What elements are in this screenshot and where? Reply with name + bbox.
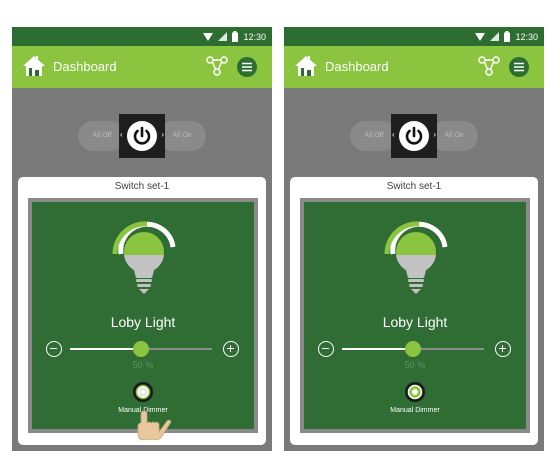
increase-button[interactable]	[223, 341, 239, 357]
slider-thumb[interactable]	[405, 341, 421, 357]
device-panel: Loby Light 50 % Manual Dimmer	[300, 198, 530, 433]
chevron-right-icon: ›	[433, 130, 436, 139]
app-bar: Dashboard	[284, 46, 544, 88]
chevron-left-icon: ‹	[392, 130, 395, 139]
master-control-area: All Off All On ‹ ›	[12, 88, 272, 175]
battery-icon	[232, 31, 239, 42]
phone-screen-1: 12:30 Dashboard All Off All On ‹ › Switc…	[12, 27, 272, 451]
device-name: Loby Light	[382, 314, 448, 330]
light-bulb-icon	[112, 221, 176, 294]
slider-fill	[342, 348, 413, 350]
increase-button[interactable]	[495, 341, 511, 357]
status-time: 12:30	[515, 31, 538, 42]
switch-card: Switch set-1 Loby Light 50 % Manual Dimm…	[290, 177, 538, 445]
power-icon	[133, 126, 151, 145]
status-bar: 12:30	[12, 27, 272, 46]
dimmer-knob-icon	[407, 384, 423, 400]
chevron-right-icon: ›	[161, 130, 164, 139]
master-control-area: All Off All On ‹ ›	[284, 88, 544, 175]
chevron-left-icon: ‹	[120, 130, 123, 139]
all-on-button[interactable]: All On	[158, 121, 206, 151]
dimmer-knob-icon	[135, 384, 151, 400]
signal-icon	[490, 32, 500, 41]
slider-thumb[interactable]	[133, 341, 149, 357]
menu-icon[interactable]	[508, 56, 530, 78]
network-icon[interactable]	[478, 55, 500, 77]
decrease-button[interactable]	[46, 341, 62, 357]
manual-dimmer-button[interactable]	[133, 382, 153, 402]
card-title: Switch set-1	[386, 181, 442, 192]
app-title: Dashboard	[53, 59, 117, 74]
battery-icon	[504, 31, 511, 42]
dimmer-mode-label: Manual Dimmer	[390, 407, 440, 414]
all-on-button[interactable]: All On	[430, 121, 478, 151]
dimmer-slider[interactable]	[342, 341, 484, 357]
app-logo-icon	[23, 56, 45, 76]
card-title: Switch set-1	[114, 181, 170, 192]
status-bar: 12:30	[284, 27, 544, 46]
app-title: Dashboard	[325, 59, 389, 74]
app-bar: Dashboard	[12, 46, 272, 88]
menu-icon[interactable]	[236, 56, 258, 78]
dimmer-percent: 50 %	[132, 360, 154, 370]
device-name: Loby Light	[110, 314, 176, 330]
wifi-icon	[203, 33, 214, 41]
power-icon	[405, 126, 423, 145]
power-button[interactable]: ‹ ›	[119, 114, 165, 158]
dimmer-slider[interactable]	[70, 341, 212, 357]
light-bulb-icon	[384, 221, 448, 294]
device-panel: Loby Light 50 % Manual Dimmer	[28, 198, 258, 440]
app-logo-icon	[295, 56, 317, 76]
wifi-icon	[475, 33, 486, 41]
status-time: 12:30	[243, 31, 266, 42]
hand-pointer-icon	[137, 410, 172, 440]
switch-card: Switch set-1 Loby Light 50 % Manual Dimm…	[18, 177, 266, 445]
phone-screen-2: 12:30 Dashboard All Off All On ‹ › Switc…	[284, 27, 544, 451]
network-icon[interactable]	[206, 55, 228, 77]
slider-fill	[70, 348, 141, 350]
signal-icon	[218, 32, 228, 41]
dimmer-percent: 50 %	[404, 360, 426, 370]
power-button[interactable]: ‹ ›	[391, 114, 437, 158]
decrease-button[interactable]	[318, 341, 334, 357]
manual-dimmer-button[interactable]	[405, 382, 425, 402]
